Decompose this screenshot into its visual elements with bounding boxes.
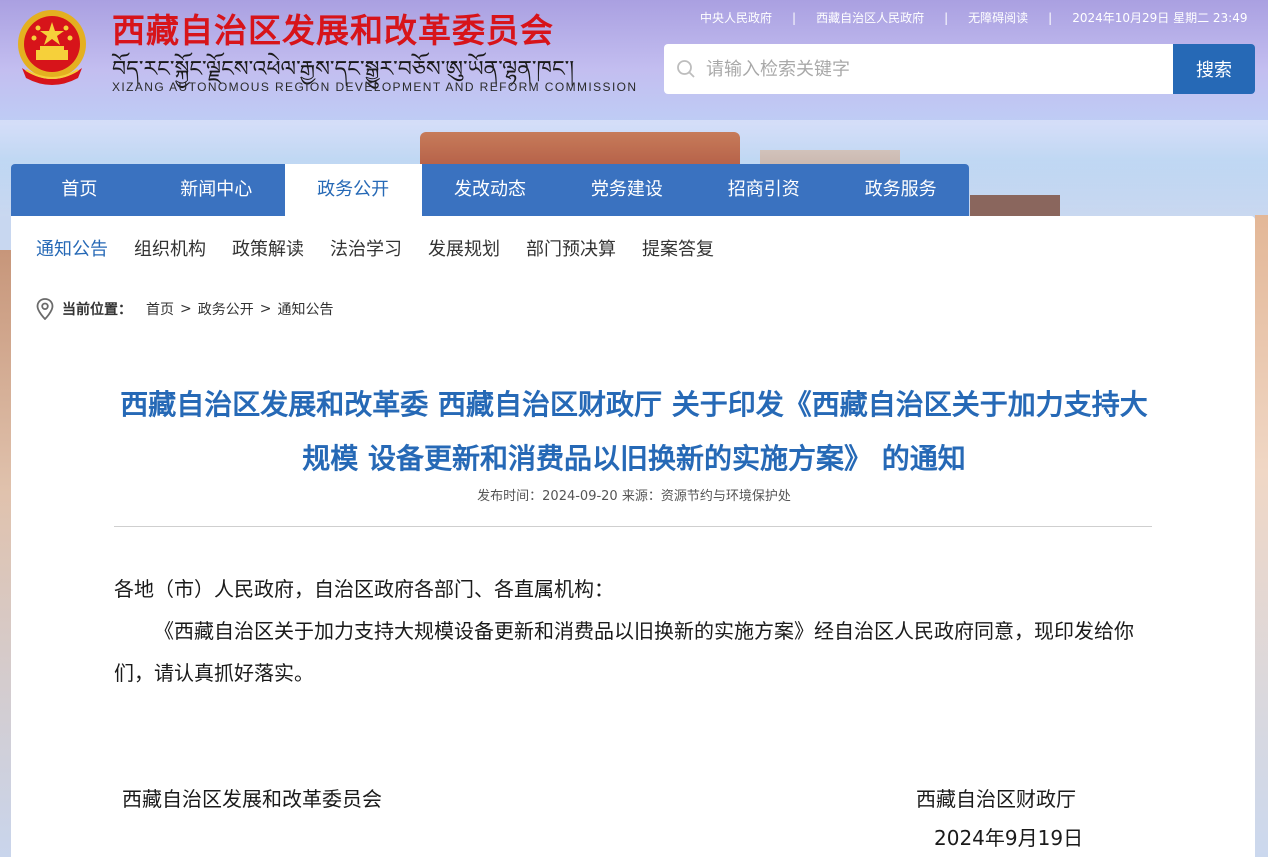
link-accessible-reading[interactable]: 无障碍阅读	[968, 9, 1028, 26]
breadcrumb-government-affairs[interactable]: 政务公开	[198, 299, 254, 319]
location-pin-icon	[36, 298, 54, 320]
search-button[interactable]: 搜索	[1173, 44, 1255, 94]
article-title: 西藏自治区发展和改革委 西藏自治区财政厅 关于印发《西藏自治区关于加力支持大规模…	[120, 388, 1148, 475]
search-box	[664, 44, 1173, 94]
breadcrumb: 当前位置： 首页 > 政务公开 > 通知公告	[36, 298, 333, 320]
site-tibetan-title: བོད་རང་སྐྱོང་ལྗོངས་འཕེལ་རྒྱས་དང་སྒྱུར་བཅ…	[112, 57, 575, 82]
top-links-bar: 中央人民政府 | 西藏自治区人民政府 | 无障碍阅读 | 2024年10月29日…	[700, 9, 1247, 26]
breadcrumb-label: 当前位置：	[62, 302, 132, 318]
subnav-notices[interactable]: 通知公告	[36, 235, 108, 261]
nav-development-news[interactable]: 发改动态	[422, 164, 559, 216]
breadcrumb-home[interactable]: 首页	[146, 299, 174, 319]
nav-investment[interactable]: 招商引资	[695, 164, 832, 216]
signing-date: 2024年9月19日	[934, 826, 1084, 850]
article-meta: 发布时间：2024-09-20 来源：资源节约与环境保护处	[477, 489, 791, 504]
nav-home[interactable]: 首页	[11, 164, 148, 216]
subnav-proposal-replies[interactable]: 提案答复	[642, 235, 714, 261]
signer-development-commission: 西藏自治区发展和改革委员会	[122, 787, 382, 811]
title-divider	[114, 526, 1152, 527]
national-emblem-icon	[18, 10, 86, 85]
subnav-organization[interactable]: 组织机构	[134, 235, 206, 261]
site-english-title: XIZANG AUTONOMOUS REGION DEVELOPMENT AND…	[112, 80, 638, 94]
nav-government-affairs[interactable]: 政务公开	[284, 164, 422, 216]
nav-government-services[interactable]: 政务服务	[832, 164, 969, 216]
link-separator: |	[1048, 10, 1053, 25]
subnav-law-study[interactable]: 法治学习	[330, 235, 402, 261]
sub-navigation: 通知公告 组织机构 政策解读 法治学习 发展规划 部门预决算 提案答复	[36, 235, 740, 261]
nav-party-building[interactable]: 党务建设	[558, 164, 695, 216]
link-separator: |	[792, 10, 797, 25]
current-datetime: 2024年10月29日 星期二 23:49	[1072, 11, 1248, 25]
search-input[interactable]	[706, 58, 1146, 80]
link-separator: |	[944, 10, 949, 25]
article-paragraph: 《西藏自治区关于加力支持大规模设备更新和消费品以旧换新的实施方案》经自治区人民政…	[114, 619, 1134, 685]
link-central-government[interactable]: 中央人民政府	[700, 9, 772, 26]
main-navigation: 首页 新闻中心 政务公开 发改动态 党务建设 招商引资 政务服务	[11, 164, 969, 216]
subnav-development-planning[interactable]: 发展规划	[428, 235, 500, 261]
breadcrumb-separator: >	[259, 301, 272, 317]
nav-news-center[interactable]: 新闻中心	[148, 164, 285, 216]
subnav-department-budget[interactable]: 部门预决算	[526, 235, 616, 261]
signer-finance-department: 西藏自治区财政厅	[916, 787, 1076, 811]
subnav-policy-interpretation[interactable]: 政策解读	[232, 235, 304, 261]
link-regional-government[interactable]: 西藏自治区人民政府	[816, 9, 924, 26]
search-icon	[677, 60, 695, 78]
breadcrumb-notices[interactable]: 通知公告	[277, 299, 333, 319]
mountain-decoration	[1255, 215, 1268, 857]
article-body: 各地（市）人民政府，自治区政府各部门、各直属机构： 《西藏自治区关于加力支持大规…	[114, 568, 1154, 694]
breadcrumb-separator: >	[180, 301, 192, 317]
article-salutation: 各地（市）人民政府，自治区政府各部门、各直属机构：	[114, 577, 614, 601]
